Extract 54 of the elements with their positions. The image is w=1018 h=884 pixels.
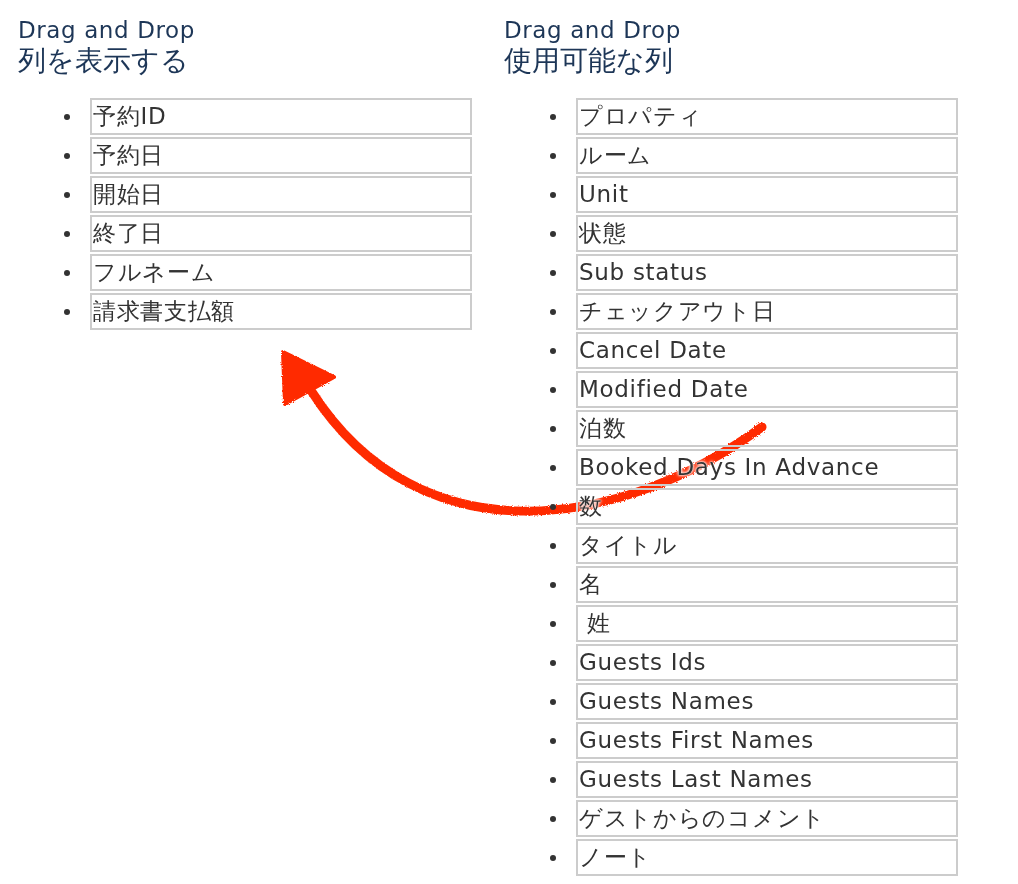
section-label: Drag and Drop bbox=[18, 16, 195, 44]
bullet-icon bbox=[550, 698, 556, 705]
bullet-icon bbox=[550, 581, 556, 588]
bullet-icon bbox=[550, 659, 556, 666]
draggable-column-item[interactable]: Guests Ids bbox=[576, 644, 958, 681]
draggable-column-item[interactable]: Cancel Date bbox=[576, 332, 958, 369]
bullet-icon bbox=[64, 230, 70, 237]
draggable-column-item[interactable]: フルネーム bbox=[90, 254, 472, 291]
bullet-icon bbox=[550, 737, 556, 744]
draggable-column-item[interactable]: 予約ID bbox=[90, 98, 472, 135]
draggable-column-item[interactable]: Guests Last Names bbox=[576, 761, 958, 798]
bullet-icon bbox=[64, 113, 70, 120]
bullet-icon bbox=[64, 191, 70, 198]
bullet-icon bbox=[550, 347, 556, 354]
bullet-icon bbox=[550, 776, 556, 783]
draggable-column-item[interactable]: 状態 bbox=[576, 215, 958, 252]
section-title: 列を表示する bbox=[18, 44, 189, 78]
draggable-column-item[interactable]: チェックアウト日 bbox=[576, 293, 958, 330]
section-title: 使用可能な列 bbox=[504, 44, 673, 78]
draggable-column-item[interactable]: ルーム bbox=[576, 137, 958, 174]
draggable-column-item[interactable]: Sub status bbox=[576, 254, 958, 291]
section-label: Drag and Drop bbox=[504, 16, 681, 44]
bullet-icon bbox=[550, 230, 556, 237]
bullet-icon bbox=[550, 191, 556, 198]
draggable-column-item[interactable]: 終了日 bbox=[90, 215, 472, 252]
bullet-icon bbox=[550, 386, 556, 393]
bullet-icon bbox=[550, 503, 556, 510]
draggable-column-item[interactable]: 開始日 bbox=[90, 176, 472, 213]
bullet-icon bbox=[550, 620, 556, 627]
bullet-icon bbox=[550, 815, 556, 822]
draggable-column-item[interactable]: ノート bbox=[576, 839, 958, 876]
draggable-column-item[interactable]: Guests First Names bbox=[576, 722, 958, 759]
bullet-icon bbox=[550, 113, 556, 120]
draggable-column-item[interactable]: 名 bbox=[576, 566, 958, 603]
bullet-icon bbox=[64, 269, 70, 276]
bullet-icon bbox=[550, 308, 556, 315]
draggable-column-item[interactable]: ゲストからのコメント bbox=[576, 800, 958, 837]
draggable-column-item[interactable]: 予約日 bbox=[90, 137, 472, 174]
bullet-icon bbox=[64, 308, 70, 315]
draggable-column-item[interactable]: 姓 bbox=[576, 605, 958, 642]
draggable-column-item[interactable]: タイトル bbox=[576, 527, 958, 564]
bullet-icon bbox=[550, 425, 556, 432]
bullet-icon bbox=[550, 542, 556, 549]
draggable-column-item[interactable]: Unit bbox=[576, 176, 958, 213]
draggable-column-item[interactable]: 請求書支払額 bbox=[90, 293, 472, 330]
bullet-icon bbox=[550, 152, 556, 159]
bullet-icon bbox=[64, 152, 70, 159]
bullet-icon bbox=[550, 269, 556, 276]
draggable-column-item[interactable]: Modified Date bbox=[576, 371, 958, 408]
draggable-column-item[interactable]: プロパティ bbox=[576, 98, 958, 135]
draggable-column-item[interactable]: 泊数 bbox=[576, 410, 958, 447]
draggable-column-item[interactable]: Guests Names bbox=[576, 683, 958, 720]
bullet-icon bbox=[550, 464, 556, 471]
bullet-icon bbox=[550, 854, 556, 861]
